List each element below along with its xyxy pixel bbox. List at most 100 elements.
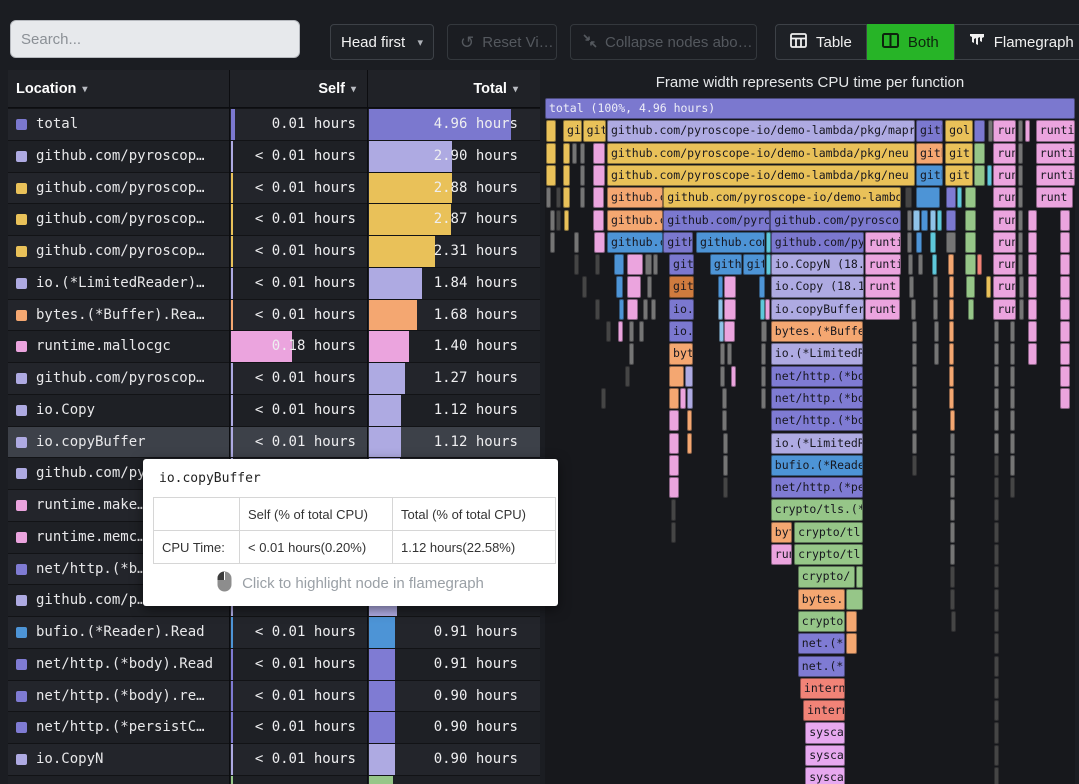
flame-node[interactable]: github.com/pyroscope-io/demo-lambda [663, 187, 901, 208]
flame-node[interactable] [582, 276, 587, 297]
flame-node[interactable] [1018, 187, 1023, 208]
flame-node[interactable]: run [993, 232, 1015, 253]
flame-node[interactable] [968, 299, 974, 320]
flame-node[interactable] [949, 343, 954, 364]
flame-node[interactable] [994, 455, 999, 476]
flame-node[interactable] [671, 499, 676, 520]
flame-node[interactable]: runti [865, 254, 902, 275]
flame-node[interactable] [724, 321, 735, 342]
flame-node[interactable] [719, 321, 724, 342]
flame-node[interactable] [720, 343, 725, 364]
flame-node[interactable] [908, 254, 913, 275]
flame-node[interactable] [1018, 120, 1023, 141]
flame-node[interactable] [912, 388, 917, 409]
flame-node[interactable] [563, 187, 570, 208]
flame-node[interactable] [966, 276, 976, 297]
table-row[interactable]: net/http.(*body).Read< 0.01 hours0.91 ho… [8, 648, 540, 680]
flame-node[interactable]: net/http.(*bo [771, 366, 863, 387]
flame-node[interactable] [907, 210, 912, 231]
flame-node[interactable] [916, 232, 922, 253]
flame-node[interactable] [1010, 410, 1015, 431]
flame-node[interactable] [601, 388, 606, 409]
flame-node[interactable] [946, 187, 956, 208]
flame-node[interactable]: run [993, 187, 1015, 208]
flame-node[interactable] [625, 366, 630, 387]
flame-node[interactable]: net/http.(*bo [771, 388, 863, 409]
flame-node[interactable] [1028, 276, 1037, 297]
flame-node[interactable] [994, 522, 999, 543]
flame-node[interactable] [593, 187, 604, 208]
flame-node[interactable] [994, 633, 999, 654]
flame-node[interactable]: total (100%, 4.96 hours) [545, 98, 1075, 119]
flame-node[interactable] [994, 388, 999, 409]
flame-node[interactable] [1019, 276, 1024, 297]
flame-node[interactable]: crypto/tls.(* [771, 499, 863, 520]
flame-node[interactable]: runti [1036, 165, 1075, 186]
table-row[interactable]: net/http.(*body).re…< 0.01 hours0.90 hou… [8, 680, 540, 712]
flame-node[interactable]: crypto/tl [794, 544, 863, 565]
flame-node[interactable]: github.com/pyros [663, 210, 770, 231]
flame-node[interactable] [965, 210, 976, 231]
flame-node[interactable] [687, 388, 693, 409]
flame-node[interactable] [1028, 343, 1037, 364]
flame-node[interactable] [965, 254, 976, 275]
flame-node[interactable] [912, 343, 917, 364]
flame-node[interactable] [1010, 388, 1015, 409]
flame-node[interactable] [912, 455, 917, 476]
flame-node[interactable] [651, 299, 656, 320]
flame-node[interactable] [1028, 232, 1037, 253]
flame-node[interactable] [720, 366, 725, 387]
flame-node[interactable] [950, 433, 955, 454]
collapse-nodes-button[interactable]: Collapse nodes abo… [570, 24, 757, 60]
flame-node[interactable] [977, 254, 982, 275]
both-view-button[interactable]: Both [867, 24, 954, 60]
flame-node[interactable] [1060, 232, 1070, 253]
flame-node[interactable] [616, 276, 623, 297]
flame-node[interactable] [965, 187, 976, 208]
flame-node[interactable] [669, 366, 684, 387]
flame-node[interactable] [687, 433, 692, 454]
table-row[interactable]: net/http.(*persistC…< 0.01 hours0.90 hou… [8, 711, 540, 743]
flame-node[interactable] [614, 254, 625, 275]
flame-node[interactable]: git [743, 254, 765, 275]
flame-node[interactable] [718, 276, 723, 297]
flame-node[interactable] [949, 276, 954, 297]
flame-node[interactable]: run [993, 276, 1015, 297]
flame-node[interactable]: crypto/ [798, 611, 845, 632]
flame-node[interactable] [718, 299, 723, 320]
flame-node[interactable] [933, 299, 938, 320]
flame-node[interactable] [1010, 321, 1015, 342]
flame-node[interactable]: interna [803, 700, 845, 721]
flame-node[interactable] [934, 343, 939, 364]
flame-node[interactable] [909, 276, 914, 297]
flame-node[interactable] [727, 343, 732, 364]
flame-node[interactable]: github.com [696, 232, 765, 253]
flame-node[interactable] [731, 366, 736, 387]
flame-node[interactable] [1060, 254, 1070, 275]
flame-node[interactable] [550, 210, 555, 231]
flame-node[interactable] [987, 165, 992, 186]
reset-view-button[interactable]: ↺ Reset Vi… [447, 24, 557, 60]
flame-node[interactable] [685, 366, 692, 387]
flame-node[interactable] [994, 722, 999, 743]
flame-node[interactable] [1018, 210, 1023, 231]
flame-node[interactable]: gol [945, 120, 973, 141]
flame-node[interactable] [946, 232, 956, 253]
flame-node[interactable]: syscal [805, 745, 845, 766]
flame-node[interactable] [946, 210, 956, 231]
flame-node[interactable] [994, 544, 999, 565]
flame-node[interactable] [994, 477, 999, 498]
flame-node[interactable] [911, 299, 916, 320]
flame-node[interactable] [724, 276, 736, 297]
flame-node[interactable] [950, 566, 955, 587]
flame-node[interactable] [930, 232, 936, 253]
flame-node[interactable]: net.(*c [798, 633, 845, 654]
flame-node[interactable]: run [993, 120, 1015, 141]
flame-node[interactable] [593, 165, 605, 186]
flame-node[interactable] [1019, 299, 1024, 320]
flame-node[interactable] [1060, 388, 1070, 409]
flame-node[interactable] [563, 143, 570, 164]
flame-node[interactable] [994, 499, 999, 520]
flame-node[interactable] [1018, 232, 1023, 253]
flame-node[interactable] [994, 656, 999, 677]
